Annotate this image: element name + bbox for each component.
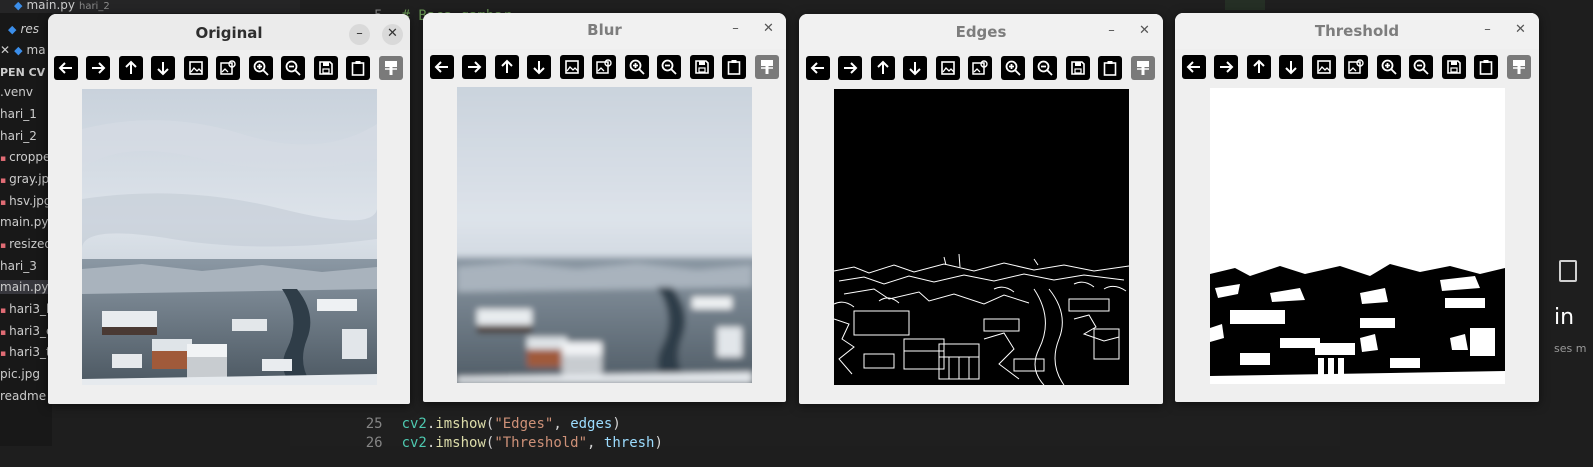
- window-blur[interactable]: Blur – ✕: [423, 13, 786, 402]
- image-icon[interactable]: [936, 56, 960, 80]
- window-threshold[interactable]: Threshold – ✕: [1175, 13, 1539, 402]
- window-titlebar[interactable]: Original – ✕: [48, 14, 410, 50]
- arrow-right-icon[interactable]: [1214, 55, 1238, 79]
- clipboard-icon[interactable]: [346, 56, 370, 80]
- explorer-item[interactable]: ▪ hsv.jpg: [0, 194, 52, 208]
- window-titlebar[interactable]: Blur – ✕: [423, 13, 786, 49]
- explorer-item-selected[interactable]: main.py: [0, 280, 52, 294]
- explorer-item[interactable]: ▪ resized: [0, 237, 52, 251]
- explorer-item[interactable]: readme: [0, 389, 46, 403]
- edges-image: [834, 89, 1129, 385]
- arrow-down-icon[interactable]: [1279, 55, 1303, 79]
- properties-icon[interactable]: [1507, 55, 1531, 79]
- right-side-panel: in ses m: [1540, 0, 1593, 446]
- explorer-item[interactable]: .venv: [0, 85, 33, 99]
- editor-tab-main[interactable]: ◆ main.py hari_2: [14, 0, 110, 12]
- image-original-svg: [82, 89, 377, 385]
- arrow-right-icon[interactable]: [462, 55, 486, 79]
- properties-icon[interactable]: [755, 55, 779, 79]
- arrow-right-icon[interactable]: [86, 56, 110, 80]
- editor-tab-ma[interactable]: ✕ ◆ ma: [0, 43, 46, 57]
- minimize-button[interactable]: –: [1477, 20, 1498, 41]
- properties-icon[interactable]: [1131, 56, 1155, 80]
- zoom-out-icon[interactable]: [281, 56, 305, 80]
- image-edges-svg: [834, 89, 1129, 385]
- arrow-down-icon[interactable]: [903, 56, 927, 80]
- zoom-in-icon[interactable]: [1377, 55, 1401, 79]
- code-line-26[interactable]: 26 cv2.imshow("Threshold", thresh): [290, 419, 663, 467]
- image-threshold-svg: [1210, 88, 1505, 384]
- clipboard-icon[interactable]: [1098, 56, 1122, 80]
- python-file-icon: ◆: [14, 44, 23, 57]
- image-locate-icon[interactable]: [1344, 55, 1368, 79]
- image-locate-icon[interactable]: [592, 55, 616, 79]
- zoom-in-icon[interactable]: [625, 55, 649, 79]
- close-icon[interactable]: ✕: [0, 43, 10, 57]
- zoom-in-icon[interactable]: [249, 56, 273, 80]
- original-image: [82, 89, 377, 385]
- explorer-item[interactable]: hari_3: [0, 259, 37, 273]
- image-blur-svg: [457, 87, 752, 383]
- close-button[interactable]: ✕: [1510, 20, 1531, 41]
- arrow-up-icon[interactable]: [495, 55, 519, 79]
- save-icon[interactable]: [1442, 55, 1466, 79]
- arrow-left-icon[interactable]: [430, 55, 454, 79]
- image-icon[interactable]: [1312, 55, 1336, 79]
- close-button[interactable]: ✕: [382, 24, 403, 45]
- explorer-root[interactable]: PEN CV: [0, 66, 45, 79]
- arrow-down-icon[interactable]: [151, 56, 175, 80]
- arrow-up-icon[interactable]: [1247, 55, 1271, 79]
- close-button[interactable]: ✕: [1134, 21, 1155, 42]
- zoom-in-icon[interactable]: [1001, 56, 1025, 80]
- close-button[interactable]: ✕: [758, 19, 779, 40]
- copy-icon[interactable]: [1559, 260, 1577, 282]
- minimap[interactable]: [1225, 0, 1265, 10]
- save-icon[interactable]: [1066, 56, 1090, 80]
- panel-title: in: [1554, 305, 1575, 330]
- python-file-icon: ◆: [8, 23, 17, 36]
- explorer-item[interactable]: hari_2: [0, 129, 37, 143]
- image-icon[interactable]: [184, 56, 208, 80]
- window-original[interactable]: Original – ✕: [48, 14, 410, 404]
- arrow-up-icon[interactable]: [871, 56, 895, 80]
- python-file-icon: ◆: [14, 0, 23, 12]
- image-locate-icon[interactable]: [216, 56, 240, 80]
- image-icon[interactable]: [560, 55, 584, 79]
- save-icon[interactable]: [314, 56, 338, 80]
- file-explorer: PEN CV .venv hari_1 hari_2 ▪ cropped ▪ gra…: [0, 0, 84, 446]
- minimize-button[interactable]: –: [725, 19, 746, 40]
- arrow-up-icon[interactable]: [119, 56, 143, 80]
- panel-subtitle: ses m: [1554, 342, 1587, 355]
- minimize-button[interactable]: –: [349, 24, 370, 45]
- explorer-item[interactable]: hari_1: [0, 107, 37, 121]
- explorer-item[interactable]: main.py: [0, 215, 49, 229]
- threshold-image: [1210, 88, 1505, 384]
- zoom-out-icon[interactable]: [1409, 55, 1433, 79]
- clipboard-icon[interactable]: [1474, 55, 1498, 79]
- zoom-out-icon[interactable]: [657, 55, 681, 79]
- arrow-left-icon[interactable]: [54, 56, 78, 80]
- arrow-down-icon[interactable]: [527, 55, 551, 79]
- explorer-item[interactable]: pic.jpg: [0, 367, 40, 381]
- editor-tab-res[interactable]: ◆ res: [8, 22, 39, 36]
- arrow-right-icon[interactable]: [838, 56, 862, 80]
- save-icon[interactable]: [690, 55, 714, 79]
- blur-image: [457, 87, 752, 383]
- zoom-out-icon[interactable]: [1033, 56, 1057, 80]
- window-titlebar[interactable]: Threshold – ✕: [1175, 13, 1539, 49]
- clipboard-icon[interactable]: [722, 55, 746, 79]
- window-titlebar[interactable]: Edges – ✕: [799, 14, 1163, 50]
- properties-icon[interactable]: [379, 56, 403, 80]
- arrow-left-icon[interactable]: [1182, 55, 1206, 79]
- window-edges[interactable]: Edges – ✕: [799, 14, 1163, 404]
- minimize-button[interactable]: –: [1101, 21, 1122, 42]
- image-locate-icon[interactable]: [968, 56, 992, 80]
- arrow-left-icon[interactable]: [806, 56, 830, 80]
